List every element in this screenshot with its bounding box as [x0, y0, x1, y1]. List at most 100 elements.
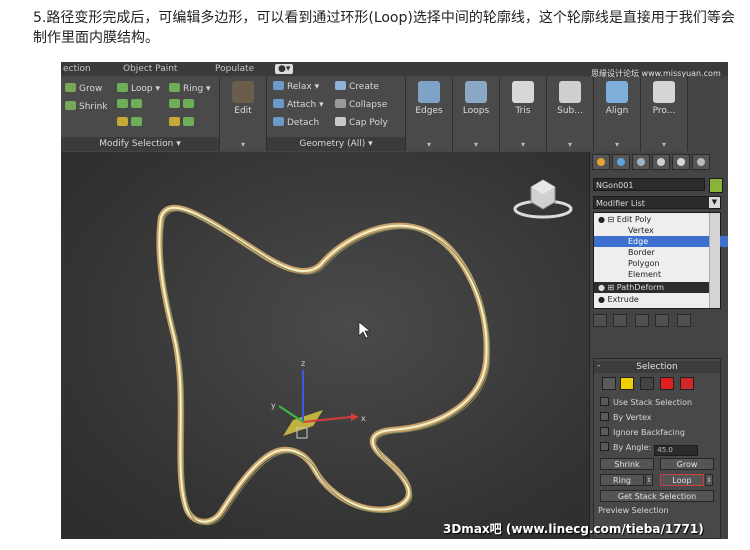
by-angle-checkbox[interactable]: By Angle: 45.0 [600, 442, 699, 456]
loop-button[interactable]: Loop ▾ [117, 83, 160, 94]
edit-button[interactable]: Edit ▾ [220, 77, 267, 151]
ring-button[interactable]: Ring ▾ [169, 83, 211, 94]
align-button[interactable]: Align ▾ [594, 77, 641, 151]
stack-item-extrude[interactable]: ● Extrude [594, 294, 712, 305]
loop-selection-button[interactable]: Loop [660, 474, 704, 486]
shrink-button[interactable]: Shrink [65, 101, 108, 112]
ring-icon [169, 83, 180, 92]
ring-spinner[interactable]: ⇕ [645, 474, 653, 486]
relax-button[interactable]: Relax ▾ [273, 81, 319, 92]
ribbon-toggle-icon[interactable]: ●▾ [275, 64, 294, 74]
edit-icon [232, 81, 254, 103]
polygon-mode-icon[interactable] [660, 377, 674, 390]
create-button[interactable]: Create [335, 81, 379, 92]
utilities-tab[interactable] [692, 154, 710, 170]
modify-selection-label[interactable]: Modify Selection ▾ [61, 137, 219, 151]
modify-tab[interactable] [612, 154, 630, 170]
attach-icon [273, 99, 284, 108]
ring-options[interactable] [169, 99, 197, 110]
site-watermark: 3Dmax吧 (www.linecg.com/tieba/1771) [443, 522, 704, 536]
command-panel-tabs [592, 154, 726, 170]
properties-icon [653, 81, 675, 103]
hierarchy-icon [637, 158, 645, 166]
stack-item-element[interactable]: Element [594, 269, 728, 280]
align-icon [606, 81, 628, 103]
stack-item-border[interactable]: Border [594, 247, 728, 258]
create-icon [335, 81, 346, 90]
mouse-cursor-icon [358, 321, 371, 339]
properties-button[interactable]: Pro... ▾ [641, 77, 688, 151]
stack-item-edit-poly[interactable]: ● ⊟ Edit Poly [594, 214, 712, 225]
detach-icon [273, 117, 284, 126]
stack-item-pathdeform[interactable]: ● ⊞ PathDeform [594, 282, 712, 293]
max-screenshot: ection Object Paint Populate ●▾ 思缘设计论坛 w… [61, 62, 728, 539]
selection-rollout-title[interactable]: Selection [594, 361, 720, 373]
stack-scrollbar[interactable] [709, 213, 720, 308]
detach-button[interactable]: Detach [273, 117, 319, 128]
attach-button[interactable]: Attach ▾ [273, 99, 324, 110]
by-vertex-checkbox[interactable]: By Vertex [600, 412, 651, 422]
grow-selection-button[interactable]: Grow [660, 458, 714, 470]
geometry-label[interactable]: Geometry (All) ▾ [267, 137, 405, 151]
hierarchy-tab[interactable] [632, 154, 650, 170]
subdivide-button[interactable]: Sub... ▾ [547, 77, 594, 151]
transform-gizmo-icon[interactable] [278, 370, 359, 439]
create-tab[interactable] [592, 154, 610, 170]
tris-button[interactable]: Tris ▾ [500, 77, 547, 151]
pin-stack-icon[interactable] [593, 314, 607, 327]
collapse-rollout-icon[interactable]: - [597, 361, 600, 371]
motion-tab[interactable] [652, 154, 670, 170]
collapse-button[interactable]: Collapse [335, 99, 387, 110]
show-end-result-icon[interactable] [613, 314, 627, 327]
shrink-icon [65, 101, 76, 110]
edges-icon [418, 81, 440, 103]
display-tab[interactable] [672, 154, 690, 170]
stack-item-vertex[interactable]: Vertex [594, 225, 728, 236]
cap-poly-button[interactable]: Cap Poly [335, 117, 388, 128]
element-mode-icon[interactable] [680, 377, 694, 390]
ring-extra2-icon [183, 117, 194, 126]
object-name-field[interactable]: NGon001 [593, 178, 705, 191]
loops-button[interactable]: Loops ▾ [453, 77, 500, 151]
tab-populate[interactable]: Populate [215, 64, 254, 74]
viewcube-icon[interactable] [513, 179, 573, 219]
loop-extra2-icon [131, 117, 142, 126]
selected-edge-loop [158, 206, 488, 523]
make-unique-icon[interactable] [635, 314, 649, 327]
ring-grow-icon [183, 99, 194, 108]
remove-modifier-icon[interactable] [655, 314, 669, 327]
modify-selection-group: Grow Shrink Loop ▾ Ring ▾ Modify Selecti… [61, 77, 220, 151]
modifier-list-dropdown[interactable]: Modifier List ▼ [593, 196, 721, 209]
ring-extra[interactable] [169, 117, 197, 128]
stack-tools [593, 314, 721, 328]
loops-icon [465, 81, 487, 103]
geometry-group: Relax ▾ Create Attach ▾ Collapse Detach … [267, 77, 406, 151]
stack-item-polygon[interactable]: Polygon [594, 258, 728, 269]
get-stack-selection-button[interactable]: Get Stack Selection [600, 490, 714, 502]
stack-item-edge[interactable]: Edge [594, 236, 728, 247]
object-color-swatch[interactable] [709, 178, 723, 193]
modifier-stack[interactable]: ● ⊟ Edit Poly Vertex Edge Border Polygon… [593, 212, 728, 309]
shrink-selection-button[interactable]: Shrink [600, 458, 654, 470]
relax-icon [273, 81, 284, 90]
border-mode-icon[interactable] [640, 377, 654, 390]
axis-z-label: z [301, 359, 305, 368]
loop-spinner[interactable]: ⇕ [705, 474, 713, 486]
cap-poly-icon [335, 117, 346, 126]
angle-value-field[interactable]: 45.0 [654, 445, 699, 456]
configure-sets-icon[interactable] [677, 314, 691, 327]
perspective-viewport[interactable]: x y z [61, 152, 589, 539]
ring-selection-button[interactable]: Ring [600, 474, 644, 486]
use-stack-selection-checkbox[interactable]: Use Stack Selection [600, 397, 692, 407]
viewport-scene: x y z [156, 179, 573, 525]
grow-button[interactable]: Grow [65, 83, 102, 94]
ignore-backfacing-checkbox[interactable]: Ignore Backfacing [600, 427, 685, 437]
tab-selection[interactable]: ection [63, 64, 91, 74]
edges-button[interactable]: Edges ▾ [406, 77, 453, 151]
tab-object-paint[interactable]: Object Paint [123, 64, 177, 74]
edge-mode-icon[interactable] [620, 377, 634, 390]
loop-extra[interactable] [117, 117, 145, 128]
caption-text: 5.路径变形完成后，可编辑多边形，可以看到通过环形(Loop)选择中间的轮廓线，… [33, 10, 735, 46]
vertex-mode-icon[interactable] [602, 377, 616, 390]
loop-options[interactable] [117, 99, 145, 110]
